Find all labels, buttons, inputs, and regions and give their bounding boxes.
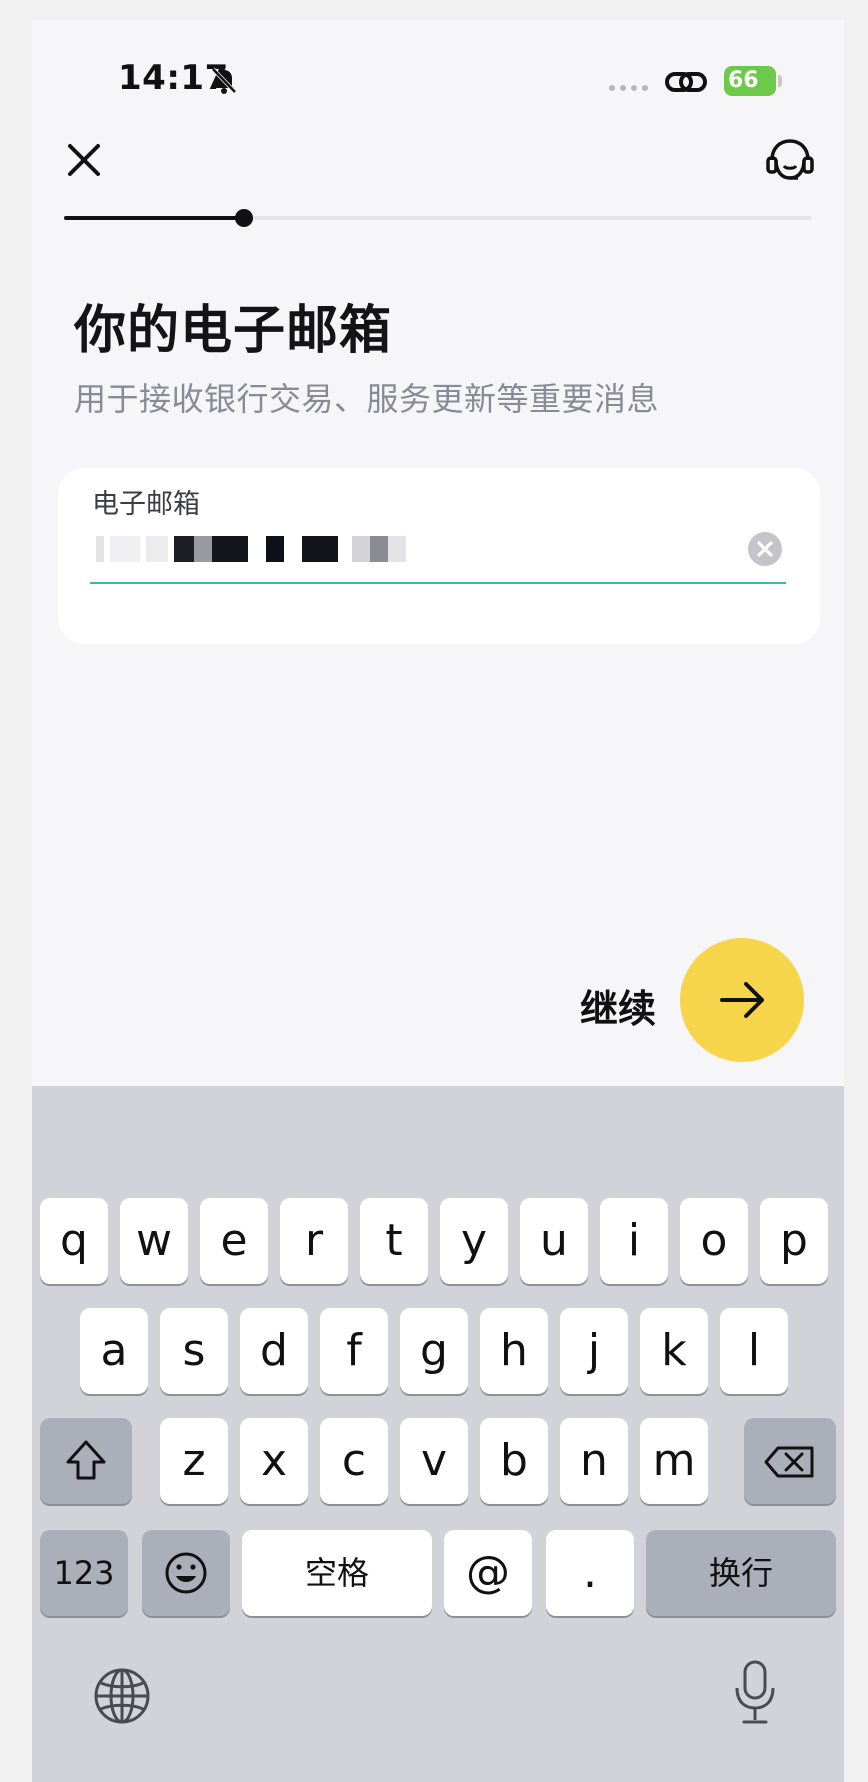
key-o[interactable]: o (680, 1198, 748, 1284)
key-k[interactable]: k (640, 1308, 708, 1394)
progress-fill (64, 216, 244, 220)
email-card: 电子邮箱 (58, 468, 820, 644)
key-z[interactable]: z (160, 1418, 228, 1504)
key-h[interactable]: h (480, 1308, 548, 1394)
emoji-key[interactable] (142, 1530, 230, 1616)
microphone-icon[interactable] (730, 1658, 780, 1728)
bell-off-icon (211, 67, 237, 94)
key-d[interactable]: d (240, 1308, 308, 1394)
at-key[interactable]: @ (444, 1530, 532, 1616)
space-key[interactable]: 空格 (242, 1530, 432, 1616)
key-f[interactable]: f (320, 1308, 388, 1394)
key-q[interactable]: q (40, 1198, 108, 1284)
progress-bar (64, 209, 812, 227)
key-l[interactable]: l (720, 1308, 788, 1394)
numbers-key[interactable]: 123 (40, 1530, 128, 1616)
dot-key[interactable]: . (546, 1530, 634, 1616)
key-u[interactable]: u (520, 1198, 588, 1284)
key-s[interactable]: s (160, 1308, 228, 1394)
key-a[interactable]: a (80, 1308, 148, 1394)
battery-level: 66 (724, 66, 776, 96)
shift-icon (66, 1440, 106, 1480)
key-w[interactable]: w (120, 1198, 188, 1284)
backspace-key[interactable] (744, 1418, 836, 1504)
continue-label[interactable]: 继续 (580, 978, 656, 1033)
clear-icon[interactable] (748, 532, 782, 566)
key-v[interactable]: v (400, 1418, 468, 1504)
signal-icon (609, 85, 648, 91)
keyboard: qwertyuiop asdfghjkl zxcvbnm 123 空格 @ . (32, 1086, 844, 1782)
key-y[interactable]: y (440, 1198, 508, 1284)
key-n[interactable]: n (560, 1418, 628, 1504)
emoji-icon (165, 1552, 207, 1594)
key-x[interactable]: x (240, 1418, 308, 1504)
key-c[interactable]: c (320, 1418, 388, 1504)
email-field-label: 电子邮箱 (92, 489, 200, 520)
status-bar: 14:17 66 (32, 20, 844, 120)
key-j[interactable]: j (560, 1308, 628, 1394)
key-e[interactable]: e (200, 1198, 268, 1284)
return-key[interactable]: 换行 (646, 1530, 836, 1616)
key-g[interactable]: g (400, 1308, 468, 1394)
close-icon[interactable] (60, 136, 108, 184)
link-icon (665, 72, 707, 92)
email-input[interactable] (90, 530, 730, 574)
globe-icon[interactable] (92, 1666, 152, 1726)
key-r[interactable]: r (280, 1198, 348, 1284)
page-title: 你的电子邮箱 (74, 301, 393, 361)
headset-icon[interactable] (764, 134, 816, 186)
screen: 14:17 66 你的电子邮箱 用于接收银行交易、服务更新等重要消息 电子邮箱 … (32, 20, 844, 1782)
key-t[interactable]: t (360, 1198, 428, 1284)
email-field-underline (90, 582, 786, 584)
page-subtitle: 用于接收银行交易、服务更新等重要消息 (74, 380, 660, 418)
key-b[interactable]: b (480, 1418, 548, 1504)
arrow-right-icon (720, 982, 764, 1018)
key-m[interactable]: m (640, 1418, 708, 1504)
backspace-icon (764, 1446, 814, 1478)
continue-button[interactable] (680, 938, 804, 1062)
battery-tip (778, 75, 782, 87)
key-i[interactable]: i (600, 1198, 668, 1284)
key-p[interactable]: p (760, 1198, 828, 1284)
progress-knob (234, 209, 253, 227)
shift-key[interactable] (40, 1418, 132, 1504)
